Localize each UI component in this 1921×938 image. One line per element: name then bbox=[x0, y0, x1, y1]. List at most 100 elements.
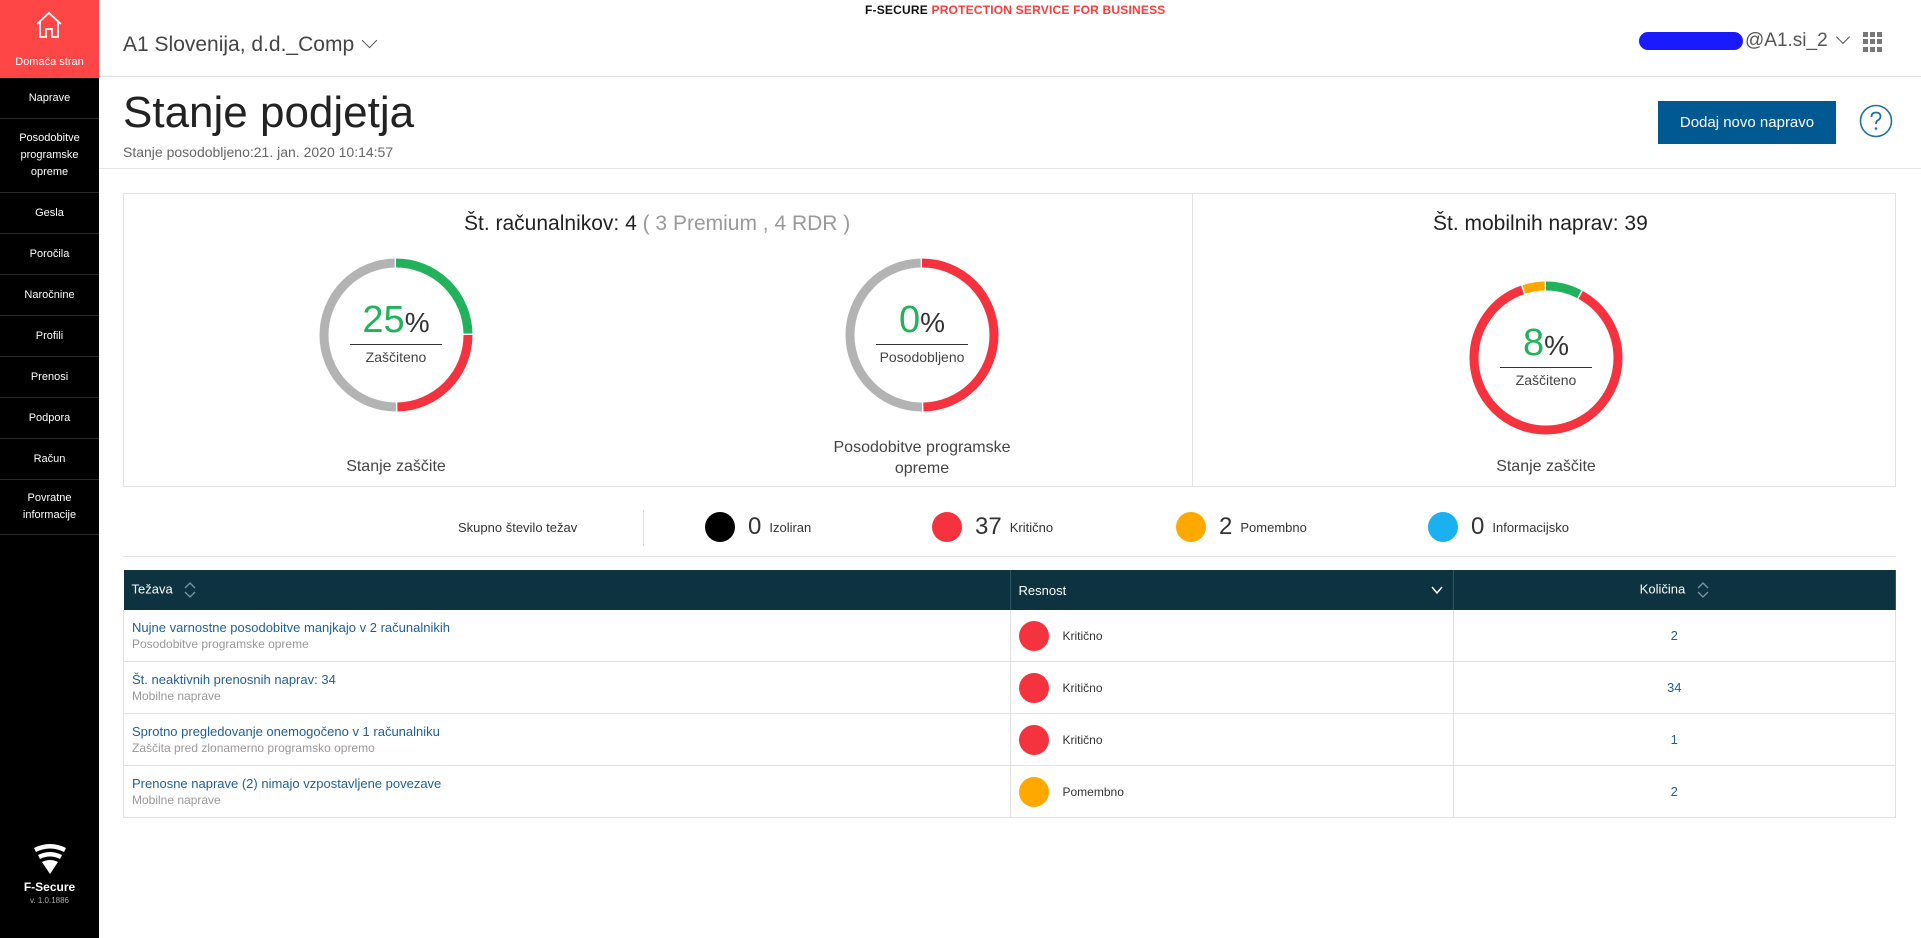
card-divider bbox=[1192, 194, 1193, 486]
severity-dot bbox=[1018, 776, 1049, 807]
apps-grid-icon[interactable] bbox=[1863, 32, 1883, 52]
table-row[interactable]: Sprotno pregledovanje onemogočeno v 1 ra… bbox=[123, 713, 1896, 766]
severity-dot bbox=[1018, 672, 1049, 703]
column-header-label: Količina bbox=[1639, 581, 1686, 597]
quantity-link[interactable]: 2 bbox=[1453, 765, 1896, 818]
severity-cell: Kritično bbox=[1018, 620, 1445, 651]
computers-count: Št. računalnikov: 4 bbox=[464, 212, 637, 235]
total-issues-label: Skupno število težav bbox=[458, 520, 578, 535]
legend-label: Pomembno bbox=[1240, 519, 1307, 535]
severity-label: Kritično bbox=[1062, 732, 1103, 747]
computer-protection-value: 25% Zaščiteno bbox=[346, 299, 446, 365]
column-header-quantity[interactable]: Količina bbox=[1453, 570, 1896, 610]
severity-cell: Pomembno bbox=[1018, 776, 1445, 807]
issue-category: Mobilne naprave bbox=[132, 689, 221, 703]
percent-sign: % bbox=[920, 307, 946, 338]
legend-label: Informacijsko bbox=[1492, 519, 1569, 535]
page-header: Stanje podjetja Stanje posodobljeno:21. … bbox=[99, 76, 1921, 169]
severity-dot bbox=[1018, 620, 1049, 651]
sort-icon bbox=[1697, 582, 1709, 598]
percent-label: Zaščiteno bbox=[365, 349, 427, 365]
percent-label: Zaščiteno bbox=[1515, 372, 1577, 388]
user-name: @A1.si_2 bbox=[1745, 30, 1828, 51]
page-title: Stanje podjetja bbox=[123, 88, 415, 137]
percent-number: 0 bbox=[898, 299, 921, 341]
percent-number: 25 bbox=[362, 299, 405, 341]
table-row[interactable]: Nujne varnostne posodobitve manjkajo v 2… bbox=[123, 610, 1896, 662]
sidebar-item-label: Domača stran bbox=[15, 56, 84, 68]
sidebar-item-profiles[interactable]: Profili bbox=[0, 316, 99, 357]
sort-descending-icon bbox=[1430, 586, 1443, 595]
column-header-issue[interactable]: Težava bbox=[123, 570, 1011, 610]
mobile-title: Št. mobilnih naprav: 39 bbox=[1433, 212, 1648, 235]
severity-label: Kritično bbox=[1062, 680, 1103, 695]
percent-sign: % bbox=[404, 307, 430, 338]
separator bbox=[643, 510, 644, 546]
sidebar-item-downloads[interactable]: Prenosi bbox=[0, 357, 99, 398]
version-label: v. 1.0.1886 bbox=[30, 896, 69, 905]
status-dot bbox=[932, 512, 962, 542]
table-row[interactable]: Št. neaktivnih prenosnih naprav: 34 Mobil… bbox=[123, 661, 1896, 714]
quantity-link[interactable]: 1 bbox=[1453, 713, 1896, 766]
software-updates-caption: Posodobitve programske opreme bbox=[833, 439, 1011, 477]
table-row[interactable]: Prenosne naprave (2) nimajo vzpostavljen… bbox=[123, 765, 1896, 818]
help-icon[interactable] bbox=[1859, 104, 1893, 138]
f-secure-logo-icon bbox=[33, 844, 66, 874]
legend-count: 37 bbox=[975, 513, 1002, 540]
sidebar-item-account[interactable]: Račun bbox=[0, 439, 99, 480]
software-updates-value: 0% Posodobljeno bbox=[872, 299, 972, 365]
legend-isolated[interactable]: 0 Izoliran bbox=[705, 512, 811, 542]
company-name: A1 Slovenija, d.d._Comp bbox=[123, 33, 355, 56]
quantity-link[interactable]: 2 bbox=[1453, 610, 1896, 662]
computers-detail: ( 3 Premium , 4 RDR ) bbox=[642, 212, 851, 235]
home-icon bbox=[36, 11, 62, 38]
sidebar-item-subscriptions[interactable]: Naročnine bbox=[0, 275, 99, 316]
divider bbox=[1500, 367, 1592, 368]
severity-cell: Kritično bbox=[1018, 724, 1445, 755]
sidebar-item-software-updates[interactable]: Posodobitve programske opreme bbox=[0, 119, 99, 193]
column-header-severity[interactable]: Resnost bbox=[1010, 570, 1454, 610]
legend-critical[interactable]: 37 Kritično bbox=[932, 512, 1053, 542]
brand-title: F-SECURE PROTECTION SERVICE FOR BUSINESS bbox=[865, 3, 1166, 17]
last-updated: Stanje posodobljeno:21. jan. 2020 10:14:… bbox=[123, 144, 394, 160]
divider bbox=[876, 344, 968, 345]
company-selector[interactable]: A1 Slovenija, d.d._Comp bbox=[123, 32, 378, 57]
issue-link[interactable]: Sprotno pregledovanje onemogočeno v 1 ra… bbox=[132, 724, 1002, 739]
add-device-button[interactable]: Dodaj novo napravo bbox=[1658, 101, 1836, 144]
logo-text: F-Secure bbox=[23, 880, 76, 894]
sidebar-item-support[interactable]: Podpora bbox=[0, 398, 99, 439]
percent-label: Posodobljeno bbox=[879, 349, 965, 365]
severity-dot bbox=[1018, 724, 1049, 755]
computers-title: Št. računalnikov: 4 ( 3 Premium , 4 RDR … bbox=[464, 212, 850, 236]
sidebar-item-feedback[interactable]: Povratne informacije bbox=[0, 480, 99, 535]
sidebar-item-home[interactable]: Domača stran bbox=[0, 0, 99, 78]
legend-count: 2 bbox=[1219, 513, 1233, 540]
brand-part2: PROTECTION SERVICE FOR BUSINESS bbox=[931, 3, 1166, 17]
legend-informational[interactable]: 0 Informacijsko bbox=[1428, 512, 1569, 542]
legend-label: Izoliran bbox=[769, 519, 812, 535]
percent-number: 8 bbox=[1522, 322, 1545, 364]
computer-protection-caption: Stanje zaščite bbox=[346, 458, 446, 475]
severity-label: Pomembno bbox=[1062, 784, 1124, 799]
sidebar-item-reports[interactable]: Poročila bbox=[0, 234, 99, 275]
issue-link[interactable]: Prenosne naprave (2) nimajo vzpostavljen… bbox=[132, 776, 1002, 791]
issue-summary: Skupno število težav 0 Izoliran 37 Kriti… bbox=[123, 500, 1896, 557]
issue-link[interactable]: Nujne varnostne posodobitve manjkajo v 2… bbox=[132, 620, 1002, 635]
status-dot bbox=[1428, 512, 1458, 542]
sidebar-item-passwords[interactable]: Gesla bbox=[0, 193, 99, 234]
issue-category: Zaščita pred zlonamerno programsko oprem… bbox=[132, 741, 375, 755]
user-menu[interactable]: @A1.si_2 bbox=[1639, 29, 1850, 52]
legend-important[interactable]: 2 Pomembno bbox=[1176, 512, 1307, 542]
quantity-link[interactable]: 34 bbox=[1453, 661, 1896, 714]
legend-label: Kritično bbox=[1009, 519, 1054, 535]
issue-link[interactable]: Št. neaktivnih prenosnih naprav: 34 bbox=[132, 672, 1002, 687]
status-dot bbox=[1176, 512, 1206, 542]
legend-count: 0 bbox=[1471, 513, 1485, 540]
table-header-row: Težava Resnost Količina bbox=[123, 570, 1896, 610]
divider bbox=[350, 344, 442, 345]
status-dot bbox=[705, 512, 735, 542]
issue-category: Mobilne naprave bbox=[132, 793, 221, 807]
mobile-protection-value: 8% Zaščiteno bbox=[1496, 322, 1596, 388]
legend-count: 0 bbox=[748, 513, 762, 540]
sidebar-item-devices[interactable]: Naprave bbox=[0, 78, 99, 119]
